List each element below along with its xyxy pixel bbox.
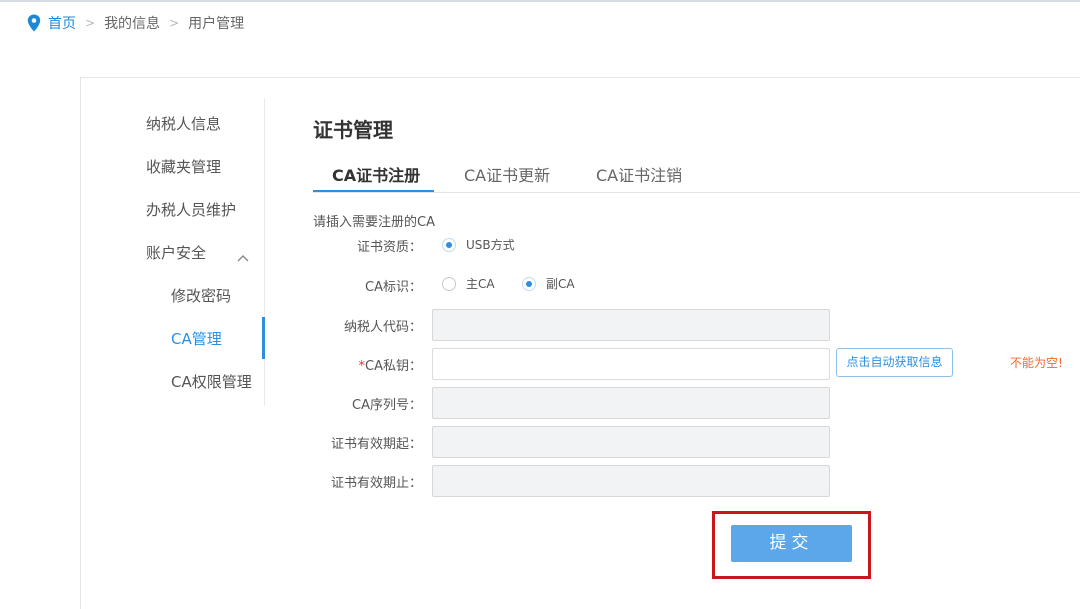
valid-to-label: 证书有效期止： xyxy=(330,476,422,491)
radio-main-ca[interactable]: 主CA xyxy=(442,275,495,292)
taxpayer-code-label: 纳税人代码： xyxy=(343,320,422,335)
error-message: 不能为空! xyxy=(1010,356,1063,370)
radio-sub-ca[interactable]: 副CA xyxy=(522,275,575,292)
auto-fetch-button[interactable]: 点击自动获取信息 xyxy=(836,348,953,377)
ca-serial-label: CA序列号： xyxy=(352,398,422,413)
tab-ca-register[interactable]: CA证书注册 xyxy=(332,162,420,186)
valid-to-field[interactable] xyxy=(432,465,830,497)
radio-sub-ca-label: 副CA xyxy=(546,277,575,291)
breadcrumb-home[interactable]: 首页 xyxy=(48,13,76,33)
location-pin-icon xyxy=(27,14,41,32)
tab-ca-update[interactable]: CA证书更新 xyxy=(464,162,550,186)
sidebar-item-change-password[interactable]: 修改密码 xyxy=(171,285,231,306)
ca-key-label: CA私钥： xyxy=(365,359,422,374)
ca-key-field[interactable] xyxy=(432,348,830,380)
radio-main-ca-label: 主CA xyxy=(466,277,495,291)
radio-usb-dot[interactable] xyxy=(442,237,456,252)
sidebar-item-account-security[interactable]: 账户安全 xyxy=(146,242,206,263)
breadcrumb-user-management: 用户管理 xyxy=(188,16,245,32)
valid-from-field[interactable] xyxy=(432,426,830,458)
breadcrumb: 首页 > 我的信息 > 用户管理 xyxy=(27,13,244,33)
sidebar-item-taxpayer-info[interactable]: 纳税人信息 xyxy=(146,113,221,134)
sidebar-active-indicator xyxy=(262,317,265,359)
sidebar-item-tax-staff[interactable]: 办税人员维护 xyxy=(146,199,236,220)
radio-main-ca-dot[interactable] xyxy=(442,276,456,291)
breadcrumb-separator: > xyxy=(169,16,180,30)
tab-bar: CA证书注册 CA证书更新 CA证书注销 xyxy=(313,150,1080,193)
radio-usb[interactable]: USB方式 xyxy=(442,236,515,253)
submit-button[interactable]: 提交 xyxy=(731,525,852,562)
taxpayer-code-field[interactable] xyxy=(432,309,830,341)
radio-sub-ca-dot[interactable] xyxy=(522,276,536,291)
top-border xyxy=(0,0,1080,2)
sidebar-item-ca-management[interactable]: CA管理 xyxy=(171,328,222,349)
chevron-up-icon[interactable] xyxy=(237,248,249,262)
breadcrumb-separator: > xyxy=(85,16,96,30)
sidebar: 纳税人信息 收藏夹管理 办税人员维护 账户安全 修改密码 CA管理 CA权限管理 xyxy=(80,98,265,406)
cert-type-label: 证书资质： xyxy=(356,240,422,255)
ca-serial-field[interactable] xyxy=(432,387,830,419)
page-title: 证书管理 xyxy=(313,118,393,142)
ca-key-label-row: *CA私钥： xyxy=(312,355,422,374)
breadcrumb-my-info[interactable]: 我的信息 xyxy=(104,13,160,33)
ca-flag-label: CA标识： xyxy=(365,280,422,295)
sidebar-item-ca-permissions[interactable]: CA权限管理 xyxy=(171,371,252,392)
insert-ca-hint: 请插入需要注册的CA xyxy=(313,215,435,230)
valid-from-label: 证书有效期起： xyxy=(330,437,422,452)
radio-usb-label: USB方式 xyxy=(466,238,515,252)
tab-ca-cancel[interactable]: CA证书注销 xyxy=(596,162,682,186)
tab-active-underline xyxy=(313,190,434,192)
sidebar-item-favorites[interactable]: 收藏夹管理 xyxy=(146,156,221,177)
